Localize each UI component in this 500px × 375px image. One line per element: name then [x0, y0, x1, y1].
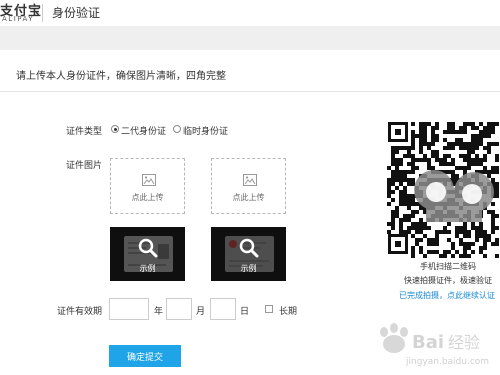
qr-caption: 手机扫描二维码 — [420, 262, 476, 271]
long-term-label[interactable]: 长期 — [279, 304, 297, 317]
year-unit: 年 — [154, 307, 164, 317]
header-divider — [42, 4, 43, 22]
upload-back-label: 点此上传 — [232, 193, 265, 202]
upload-back-button[interactable]: 点此上传 — [211, 158, 286, 214]
radio-second-gen-id-label[interactable]: 二代身份证 — [121, 124, 166, 137]
radio-temp-id-label[interactable]: 临时身份证 — [183, 124, 228, 137]
id-image-label: 证件图片 — [66, 161, 103, 171]
section-divider — [0, 91, 500, 92]
svg-text:经验: 经验 — [448, 333, 480, 352]
upload-front-label: 点此上传 — [131, 193, 164, 202]
submit-button[interactable]: 确定提交 — [109, 345, 181, 367]
nav-bar — [0, 26, 500, 50]
svg-text:jingyan.baidu.com: jingyan.baidu.com — [405, 357, 489, 367]
qr-description: 快速拍摄证件，极速验证 — [404, 276, 492, 285]
radio-temp-id[interactable] — [173, 125, 181, 133]
svg-text:Bai: Bai — [412, 332, 444, 353]
magnifier-icon — [239, 238, 259, 258]
validity-label: 证件有效期 — [57, 307, 103, 317]
year-input[interactable] — [109, 298, 149, 320]
month-unit: 月 — [196, 307, 206, 317]
day-input[interactable] — [210, 298, 236, 320]
example-front-image[interactable]: 示例 — [110, 227, 185, 281]
example-front-label: 示例 — [139, 264, 156, 273]
image-icon — [243, 174, 257, 186]
qr-code — [386, 120, 500, 260]
example-back-image[interactable]: 示例 — [211, 227, 286, 281]
day-unit: 日 — [240, 307, 250, 317]
id-type-label: 证件类型 — [66, 127, 103, 137]
radio-second-gen-id[interactable] — [111, 125, 119, 133]
upload-front-button[interactable]: 点此上传 — [110, 158, 185, 214]
instruction-text: 请上传本人身份证件，确保图片清晰，四角完整 — [16, 71, 226, 82]
month-input[interactable] — [166, 298, 192, 320]
continue-verification-link[interactable]: 已完成拍摄，点此继续认证 — [399, 290, 495, 301]
baidu-jingyan-watermark: Bai 经验 jingyan.baidu.com — [380, 323, 489, 367]
image-icon — [142, 174, 156, 186]
long-term-checkbox[interactable] — [265, 305, 273, 313]
page-title: 身份验证 — [52, 6, 101, 20]
alipay-logo-en: ALIPAY — [2, 15, 35, 23]
magnifier-icon — [138, 238, 158, 258]
example-back-label: 示例 — [240, 264, 257, 273]
